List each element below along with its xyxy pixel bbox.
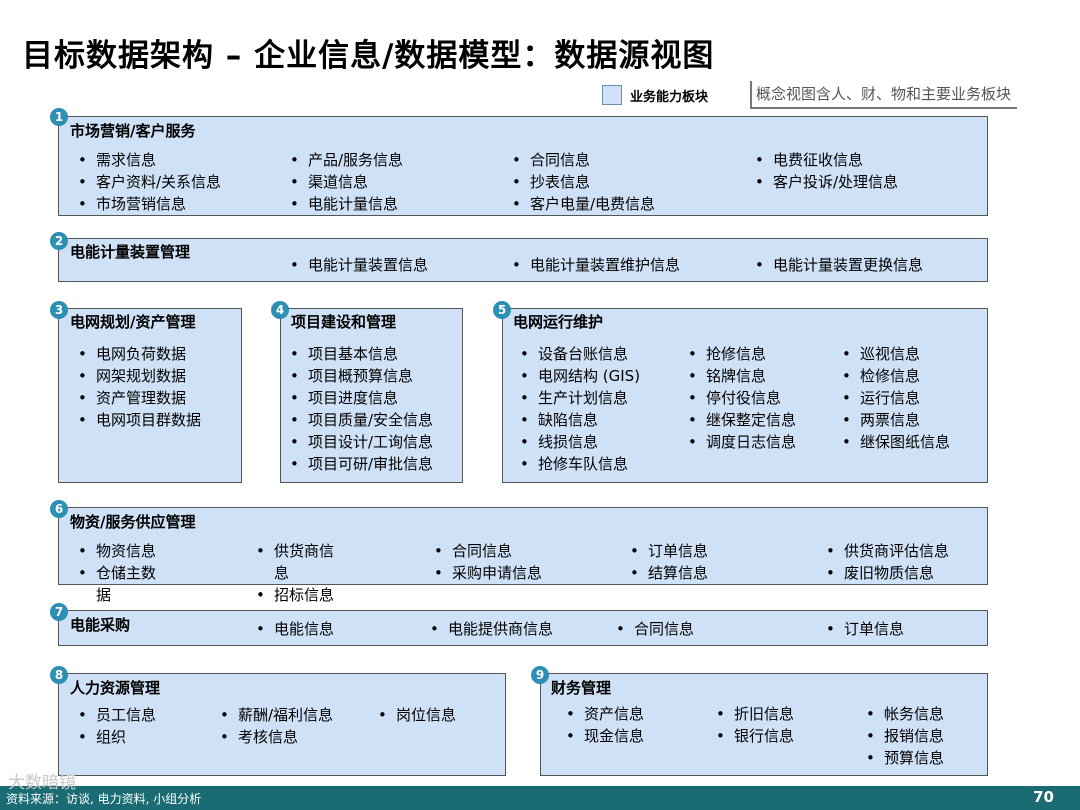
- list-item: 渠道信息: [290, 171, 368, 192]
- list-item: 物资信息: [78, 540, 156, 561]
- list-item: 运行信息: [842, 387, 920, 408]
- list-item: 合同信息: [512, 149, 590, 170]
- list-item: 线损信息: [520, 431, 598, 452]
- list-item: 岗位信息: [378, 704, 456, 725]
- list-item: 仓储主数: [78, 562, 156, 583]
- list-item: 设备台账信息: [520, 343, 628, 364]
- list-item: 缺陷信息: [520, 409, 598, 430]
- list-item: 电能计量信息: [290, 193, 398, 214]
- list-item: 招标信息: [256, 584, 334, 605]
- block-title: 电能采购: [70, 616, 131, 634]
- block-title: 物资/服务供应管理: [70, 513, 196, 531]
- block-number-5: 5: [493, 301, 511, 319]
- list-item: 项目概预算信息: [290, 365, 413, 386]
- list-item: 电网项目群数据: [78, 409, 201, 430]
- list-item: 电能信息: [256, 618, 334, 639]
- block-title: 项目建设和管理: [291, 313, 397, 331]
- list-item: 采购申请信息: [434, 562, 542, 583]
- block-number-4: 4: [271, 301, 289, 319]
- list-item: 组织: [78, 726, 126, 747]
- list-item: 继保图纸信息: [842, 431, 950, 452]
- list-item: 订单信息: [826, 618, 904, 639]
- legend: 业务能力板块: [602, 85, 708, 105]
- list-item: 员工信息: [78, 704, 156, 725]
- page-number: 70: [1033, 788, 1054, 806]
- list-item: 项目进度信息: [290, 387, 398, 408]
- list-item: 客户资料/关系信息: [78, 171, 221, 192]
- list-item: 电网结构 (GIS): [520, 365, 640, 386]
- list-item: 银行信息: [716, 725, 794, 746]
- block-number-6: 6: [50, 500, 68, 518]
- block-title: 电能计量装置管理: [70, 243, 191, 261]
- list-item: 供货商信: [256, 540, 334, 561]
- list-item: 现金信息: [566, 725, 644, 746]
- page-title: 目标数据架构 – 企业信息/数据模型：数据源视图: [22, 38, 715, 74]
- block-title: 财务管理: [551, 679, 612, 697]
- footer-bar: 资料来源：访谈, 电力资料, 小组分析 70: [0, 786, 1080, 810]
- list-item: 项目基本信息: [290, 343, 398, 364]
- list-item: 生产计划信息: [520, 387, 628, 408]
- list-item: 检修信息: [842, 365, 920, 386]
- list-item: 抄表信息: [512, 171, 590, 192]
- list-item: 资产信息: [566, 703, 644, 724]
- block-number-3: 3: [50, 301, 68, 319]
- list-item: 巡视信息: [842, 343, 920, 364]
- list-item: 市场营销信息: [78, 193, 186, 214]
- list-item: 停付役信息: [688, 387, 781, 408]
- list-item: 电能计量装置维护信息: [512, 254, 680, 275]
- list-item: 产品/服务信息: [290, 149, 403, 170]
- list-item: 订单信息: [630, 540, 708, 561]
- legend-label: 业务能力板块: [630, 89, 709, 105]
- list-item: 项目设计/工询信息: [290, 431, 433, 452]
- block-number-8: 8: [50, 666, 68, 684]
- block-number-7: 7: [50, 603, 68, 621]
- list-item: 合同信息: [434, 540, 512, 561]
- list-item: 废旧物质信息: [826, 562, 934, 583]
- list-item: 网架规划数据: [78, 365, 186, 386]
- list-item: 继保整定信息: [688, 409, 796, 430]
- block-title: 市场营销/客户服务: [70, 122, 196, 140]
- list-item: 结算信息: [630, 562, 708, 583]
- list-item: 报销信息: [866, 725, 944, 746]
- list-item: 客户电量/电费信息: [512, 193, 655, 214]
- list-item: 预算信息: [866, 747, 944, 768]
- list-item: 两票信息: [842, 409, 920, 430]
- block-title: 人力资源管理: [70, 679, 161, 697]
- list-item: 合同信息: [616, 618, 694, 639]
- list-item-continued: 据: [96, 586, 112, 604]
- list-item: 客户投诉/处理信息: [755, 171, 898, 192]
- list-item: 需求信息: [78, 149, 156, 170]
- block-number-1: 1: [50, 108, 68, 126]
- list-item: 铭牌信息: [688, 365, 766, 386]
- list-item: 抢修车队信息: [520, 453, 628, 474]
- watermark: 大数暗镜: [8, 773, 76, 793]
- list-item: 电网负荷数据: [78, 343, 186, 364]
- list-item: 项目可研/审批信息: [290, 453, 433, 474]
- list-item: 折旧信息: [716, 703, 794, 724]
- list-item: 考核信息: [220, 726, 298, 747]
- block-number-9: 9: [531, 666, 549, 684]
- block-title: 电网运行维护: [513, 313, 604, 331]
- list-item: 资产管理数据: [78, 387, 186, 408]
- list-item: 供货商评估信息: [826, 540, 949, 561]
- list-item-continued: 息: [274, 564, 290, 582]
- block-number-2: 2: [50, 232, 68, 250]
- list-item: 电能提供商信息: [430, 618, 553, 639]
- concept-note: 概念视图含人、财、物和主要业务板块: [750, 81, 1018, 109]
- list-item: 电能计量装置更换信息: [755, 254, 923, 275]
- list-item: 帐务信息: [866, 703, 944, 724]
- list-item: 项目质量/安全信息: [290, 409, 433, 430]
- list-item: 电费征收信息: [755, 149, 863, 170]
- list-item: 薪酬/福利信息: [220, 704, 333, 725]
- list-item: 调度日志信息: [688, 431, 796, 452]
- legend-swatch: [602, 85, 622, 105]
- list-item: 电能计量装置信息: [290, 254, 428, 275]
- list-item: 抢修信息: [688, 343, 766, 364]
- block-title: 电网规划/资产管理: [70, 313, 196, 331]
